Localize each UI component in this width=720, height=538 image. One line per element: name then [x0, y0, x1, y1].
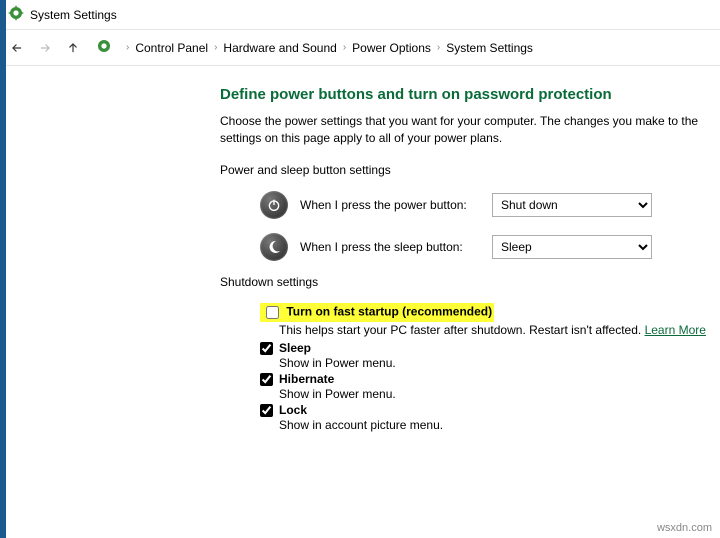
chevron-right-icon: › [437, 42, 440, 53]
shutdown-header: Shutdown settings [220, 275, 720, 289]
power-button-label: When I press the power button: [300, 198, 480, 212]
chevron-right-icon: › [126, 42, 129, 53]
breadcrumb-item[interactable]: Power Options [352, 41, 431, 55]
lock-option-desc: Show in account picture menu. [279, 418, 443, 432]
watermark: wsxdn.com [657, 522, 712, 534]
fast-startup-desc: This helps start your PC faster after sh… [279, 323, 645, 337]
learn-more-link[interactable]: Learn More [645, 323, 706, 337]
chevron-right-icon: › [214, 42, 217, 53]
hibernate-checkbox[interactable] [260, 373, 273, 386]
sleep-button-label: When I press the sleep button: [300, 240, 480, 254]
sleep-button-select[interactable]: Sleep [492, 235, 652, 259]
hibernate-option-desc: Show in Power menu. [279, 387, 396, 401]
fast-startup-label: Turn on fast startup (recommended) [286, 304, 492, 318]
sleep-option-desc: Show in Power menu. [279, 356, 396, 370]
breadcrumb[interactable]: › Control Panel › Hardware and Sound › P… [126, 41, 533, 55]
power-icon [260, 191, 288, 219]
forward-button[interactable] [36, 39, 54, 57]
power-options-icon [96, 38, 112, 57]
up-button[interactable] [64, 39, 82, 57]
back-button[interactable] [8, 39, 26, 57]
page-title: Define power buttons and turn on passwor… [220, 86, 720, 103]
fast-startup-checkbox[interactable] [266, 306, 279, 319]
lock-checkbox[interactable] [260, 404, 273, 417]
sleep-option-label: Sleep [279, 341, 396, 355]
breadcrumb-item[interactable]: Hardware and Sound [223, 41, 336, 55]
sleep-checkbox[interactable] [260, 342, 273, 355]
sleep-icon [260, 233, 288, 261]
system-settings-icon [8, 5, 24, 24]
breadcrumb-item[interactable]: System Settings [446, 41, 533, 55]
power-button-select[interactable]: Shut down [492, 193, 652, 217]
page-description: Choose the power settings that you want … [220, 113, 720, 147]
power-sleep-header: Power and sleep button settings [220, 163, 720, 177]
lock-option-label: Lock [279, 403, 443, 417]
hibernate-option-label: Hibernate [279, 372, 396, 386]
chevron-right-icon: › [343, 42, 346, 53]
window-title: System Settings [30, 8, 117, 22]
breadcrumb-item[interactable]: Control Panel [135, 41, 208, 55]
